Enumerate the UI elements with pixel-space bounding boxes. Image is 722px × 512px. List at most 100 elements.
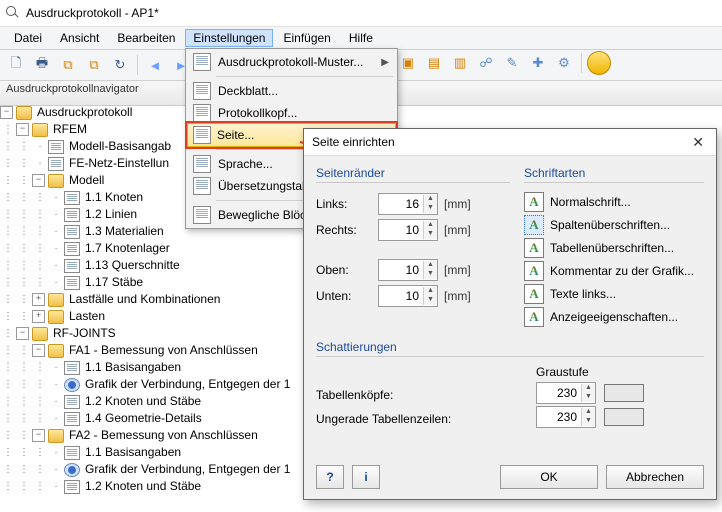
tree-label: Ausdruckprotokoll: [36, 104, 132, 121]
font-option[interactable]: AKommentar zu der Grafik...: [524, 260, 704, 282]
expander-icon[interactable]: −: [32, 174, 45, 187]
menu-einfügen[interactable]: Einfügen: [275, 29, 338, 47]
font-label: Normalschrift...: [550, 195, 631, 209]
page-icon: [193, 104, 211, 122]
expander-icon[interactable]: +: [32, 293, 45, 306]
expander-icon[interactable]: −: [16, 327, 29, 340]
expander-icon[interactable]: −: [32, 344, 45, 357]
font-label: Kommentar zu der Grafik...: [550, 264, 694, 278]
tree-label: 1.1 Knoten: [84, 189, 143, 206]
folder-icon: [32, 327, 48, 341]
swatch-heads: [604, 384, 644, 402]
expander-icon[interactable]: −: [16, 123, 29, 136]
font-option[interactable]: ATabellenüberschriften...: [524, 237, 704, 259]
tb2-link-icon[interactable]: ☍: [474, 51, 498, 75]
page-icon: [64, 412, 80, 426]
input-bottom[interactable]: [379, 287, 423, 305]
open-icon[interactable]: 🖶: [30, 53, 54, 77]
tree-label: 1.2 Knoten und Stäbe: [84, 478, 201, 495]
tree-label: 1.3 Materialien: [84, 223, 164, 240]
menu-item-label: Bewegliche Blöck: [218, 208, 312, 222]
spin-top[interactable]: ▲▼: [378, 259, 438, 281]
prev-icon[interactable]: ◄: [143, 53, 167, 77]
tree-label: 1.7 Knotenlager: [84, 240, 170, 257]
tb2-f-icon[interactable]: ⚙: [552, 51, 576, 75]
input-heads[interactable]: [537, 384, 581, 402]
menu-ansicht[interactable]: Ansicht: [52, 29, 107, 47]
menu-item-label: Deckblatt...: [218, 84, 278, 98]
input-left[interactable]: [379, 195, 423, 213]
tree-label: Grafik der Verbindung, Entgegen der 1: [84, 461, 290, 478]
tree-label: FE-Netz-Einstellun: [68, 155, 169, 172]
spin-right[interactable]: ▲▼: [378, 219, 438, 241]
menu-bearbeiten[interactable]: Bearbeiten: [109, 29, 183, 47]
tb2-b-icon[interactable]: ▤: [422, 51, 446, 75]
swatch-odd: [604, 408, 644, 426]
tb2-c-icon[interactable]: ▥: [448, 51, 472, 75]
menu-datei[interactable]: Datei: [6, 29, 50, 47]
tree-label: 1.2 Linien: [84, 206, 137, 223]
tree-label: 1.1 Basisangaben: [84, 359, 181, 376]
page-icon: [193, 155, 211, 173]
folder-icon: [16, 106, 32, 120]
font-option[interactable]: A Normalschrift...: [524, 191, 704, 213]
tb2-gold-icon[interactable]: [587, 51, 611, 75]
help-button[interactable]: ?: [316, 465, 344, 489]
tree-label: RFEM: [52, 121, 87, 138]
refresh-icon[interactable]: ↻: [108, 53, 132, 77]
menu-item[interactable]: Protokollkopf...: [188, 102, 395, 124]
font-option[interactable]: ASpaltenüberschriften...: [524, 214, 704, 236]
page-icon: [48, 140, 64, 154]
folder-icon: [48, 344, 64, 358]
tree-label: FA2 - Bemessung von Anschlüssen: [68, 427, 258, 444]
page-icon: [193, 177, 211, 195]
menu-item-label: Ausdruckprotokoll-Muster...: [218, 55, 363, 69]
close-icon[interactable]: ✕: [688, 134, 708, 151]
ok-button[interactable]: OK: [500, 465, 598, 489]
label-graylevel: Graustufe: [536, 365, 704, 381]
app-icon: [6, 6, 20, 20]
menu-hilfe[interactable]: Hilfe: [341, 29, 381, 47]
tb2-a-icon[interactable]: ▣: [396, 51, 420, 75]
label-bottom: Unten:: [316, 289, 372, 303]
font-option[interactable]: ATexte links...: [524, 283, 704, 305]
tb2-d-icon[interactable]: ✎: [500, 51, 524, 75]
folder-icon: [48, 310, 64, 324]
info-button[interactable]: i: [352, 465, 380, 489]
cancel-button[interactable]: Abbrechen: [606, 465, 704, 489]
spin-odd[interactable]: ▲▼: [536, 406, 596, 428]
page-icon: [64, 446, 80, 460]
submenu-arrow-icon: ▶: [381, 57, 389, 68]
new-icon[interactable]: 🗋: [4, 53, 28, 77]
font-option[interactable]: AAnzeigeeigenschaften...: [524, 306, 704, 328]
label-left: Links:: [316, 197, 372, 211]
dialog-title: Seite einrichten: [312, 135, 395, 149]
expander-icon[interactable]: +: [32, 310, 45, 323]
spin-heads[interactable]: ▲▼: [536, 382, 596, 404]
spin-left[interactable]: ▲▼: [378, 193, 438, 215]
page-icon: [64, 242, 80, 256]
page-icon: [193, 82, 211, 100]
spin-bottom[interactable]: ▲▼: [378, 285, 438, 307]
input-odd[interactable]: [537, 408, 581, 426]
tb2-e-icon[interactable]: ✚: [526, 51, 550, 75]
export2-icon[interactable]: ⧉: [82, 53, 106, 77]
tree-label: Lasten: [68, 308, 105, 325]
expander-icon[interactable]: −: [0, 106, 13, 119]
tree-label: Modell-Basisangab: [68, 138, 171, 155]
eye-icon: [64, 463, 80, 477]
label-right: Rechts:: [316, 223, 372, 237]
menu-item[interactable]: Deckblatt...: [188, 80, 395, 102]
font-icon: A: [524, 192, 544, 212]
export-icon[interactable]: ⧉: [56, 53, 80, 77]
font-label: Texte links...: [550, 287, 616, 301]
menu-item[interactable]: Ausdruckprotokoll-Muster... ▶: [188, 51, 395, 73]
expander-icon[interactable]: −: [32, 429, 45, 442]
input-top[interactable]: [379, 261, 423, 279]
toolbar-secondary: ▣ ▤ ▥ ☍ ✎ ✚ ⚙: [396, 48, 611, 78]
group-margins: Seitenränder: [316, 166, 510, 182]
menu-einstellungen[interactable]: Einstellungen: [185, 29, 273, 47]
tree-label: RF-JOINTS: [52, 325, 116, 342]
input-right[interactable]: [379, 221, 423, 239]
tree-label: 1.1 Basisangaben: [84, 444, 181, 461]
